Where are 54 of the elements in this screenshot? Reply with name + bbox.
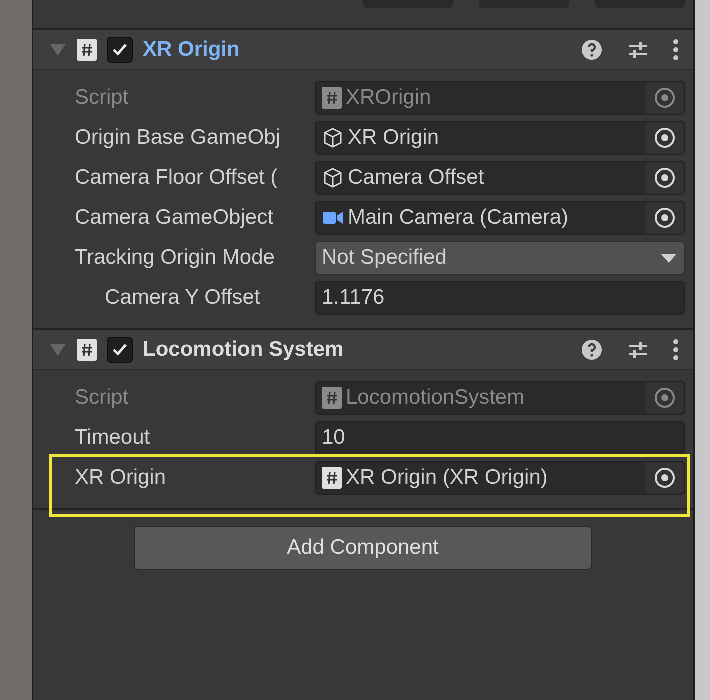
target-icon bbox=[654, 207, 676, 229]
field-label: Script bbox=[75, 386, 129, 410]
script-file-icon bbox=[77, 38, 97, 60]
script-file-icon bbox=[322, 467, 342, 489]
add-component-button[interactable]: Add Component bbox=[134, 526, 592, 570]
script-file-icon bbox=[322, 87, 342, 109]
target-icon bbox=[654, 167, 676, 189]
target-icon bbox=[654, 467, 676, 489]
dropdown-field[interactable]: Not Specified bbox=[315, 241, 685, 275]
field-value: LocomotionSystem bbox=[346, 385, 526, 412]
field-value: Main Camera (Camera) bbox=[348, 205, 570, 232]
enable-checkbox[interactable] bbox=[107, 36, 133, 62]
field-value: XROrigin bbox=[346, 85, 432, 112]
object-picker-button[interactable] bbox=[646, 122, 684, 154]
component-header[interactable]: XR Origin bbox=[33, 30, 693, 70]
help-icon[interactable] bbox=[581, 38, 603, 60]
field-value: XR Origin (XR Origin) bbox=[346, 465, 549, 492]
number-field[interactable]: 1.1176 bbox=[315, 281, 685, 315]
checkmark-icon bbox=[112, 342, 128, 356]
component-title: XR Origin bbox=[143, 36, 241, 63]
field-label: Camera Floor Offset ( bbox=[75, 166, 278, 190]
field-value: Camera Offset bbox=[348, 165, 486, 192]
number-field[interactable]: 10 bbox=[315, 421, 685, 455]
component-title: Locomotion System bbox=[143, 336, 345, 363]
script-file-icon bbox=[77, 338, 97, 360]
field-label: Camera GameObject bbox=[75, 206, 274, 230]
help-icon[interactable] bbox=[581, 338, 603, 360]
checkmark-icon bbox=[112, 42, 128, 56]
more-options-icon[interactable] bbox=[673, 338, 679, 360]
target-icon bbox=[654, 387, 676, 409]
target-icon bbox=[654, 87, 676, 109]
object-picker-button[interactable] bbox=[646, 162, 684, 194]
field-label: Tracking Origin Mode bbox=[75, 246, 275, 270]
field-label: Timeout bbox=[75, 426, 150, 450]
field-label: Origin Base GameObj bbox=[75, 126, 280, 150]
object-picker-button[interactable] bbox=[646, 462, 684, 494]
target-icon bbox=[654, 127, 676, 149]
enable-checkbox[interactable] bbox=[107, 336, 133, 362]
field-value: XR Origin bbox=[348, 125, 440, 152]
object-picker-button[interactable] bbox=[646, 202, 684, 234]
field-label: Camera Y Offset bbox=[105, 286, 260, 310]
object-field[interactable]: XR Origin bbox=[315, 121, 685, 155]
cube-icon bbox=[322, 127, 344, 149]
caret-icon bbox=[660, 252, 678, 264]
component-header[interactable]: Locomotion System bbox=[33, 330, 693, 370]
camera-icon bbox=[322, 210, 344, 226]
more-options-icon[interactable] bbox=[673, 38, 679, 60]
cube-icon bbox=[322, 167, 344, 189]
object-field[interactable]: XR Origin (XR Origin) bbox=[315, 461, 685, 495]
field-label: Script bbox=[75, 86, 129, 110]
object-field[interactable]: Camera Offset bbox=[315, 161, 685, 195]
field-label: XR Origin bbox=[75, 466, 166, 490]
script-file-icon bbox=[322, 387, 342, 409]
object-field[interactable]: Main Camera (Camera) bbox=[315, 201, 685, 235]
